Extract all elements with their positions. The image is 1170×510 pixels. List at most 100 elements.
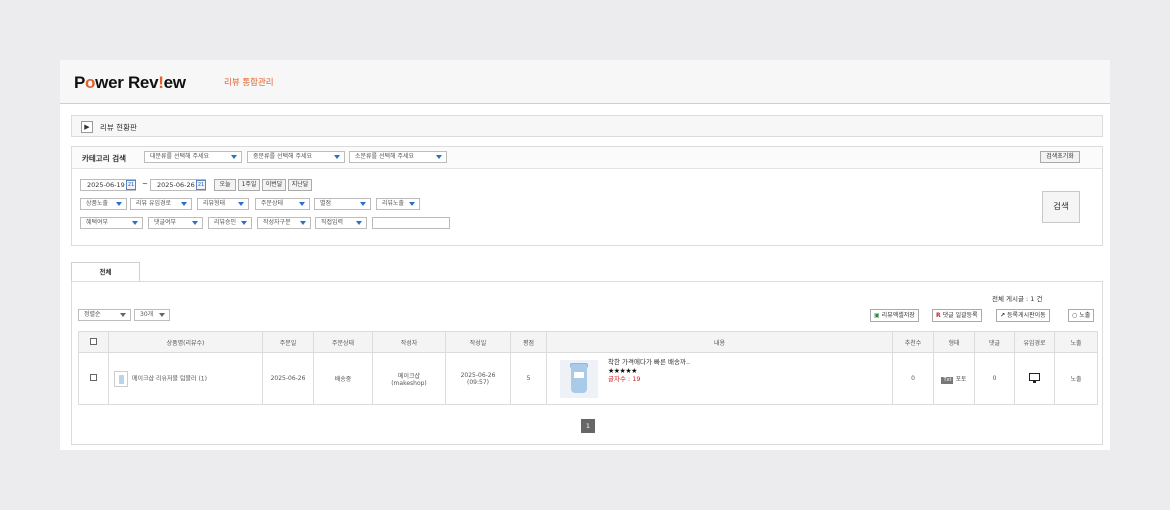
writer-type-select[interactable]: 작성자구분 [257,217,311,229]
order-date: 2025-06-26 [262,352,314,405]
table-row[interactable]: 메이크샵 리유저블 텀블러 (1) 2025-06-26 배송중 메이크샵 (ma… [78,352,1098,405]
review-source-select[interactable]: 리뷰 유입경로 [130,198,192,210]
chevron-down-icon [241,221,247,225]
select-all-checkbox[interactable] [90,337,97,345]
recommend-count: 0 [892,352,934,405]
column-header: 노출 [1054,331,1098,353]
type-label: 포토 [955,375,967,383]
tab-all[interactable]: 전체 [71,262,140,282]
search-reset-button[interactable]: 검색초기화 [1040,151,1080,163]
column-header: 주문상태 [313,331,373,353]
comment-select[interactable]: 댓글여부 [148,217,203,229]
select-all-cell[interactable] [78,331,109,353]
column-header: 형태 [933,331,975,353]
chevron-down-icon [360,202,366,206]
product-thumbnail [114,370,128,387]
excel-export-button[interactable]: ▣ 리뷰엑셀저장 [870,309,919,322]
review-exposure-select[interactable]: 리뷰노출 [376,198,420,210]
chevron-down-icon [334,155,340,159]
screen-background: Power Rev!ew 리뷰 통합관리 ▶ 리뷰 현황판 카테고리 검색 대분… [0,0,1170,510]
total-count: 전체 게시글 : 1 건 [992,295,1043,303]
order-status: 배송중 [313,352,373,405]
benefit-select[interactable]: 혜택여부 [80,217,143,229]
review-photo[interactable] [560,360,598,398]
range-today-button[interactable]: 오늘 [214,179,236,191]
writer-id: (makeshop) [391,379,427,387]
write-date-cell: 2025-06-26 (09:57) [445,352,511,405]
product-exposure-select[interactable]: 상품노출 [80,198,127,210]
source-cell [1014,352,1055,405]
product-name[interactable]: 메이크샵 리유저블 텀블러 (1) [132,375,207,382]
rating-select[interactable]: 별점 [314,198,371,210]
pagination-page-1[interactable]: 1 [581,419,595,433]
row-select-cell[interactable] [78,352,109,405]
chevron-down-icon [299,202,305,206]
bulk-reply-button[interactable]: R 댓글 일괄등록 [932,309,982,322]
range-week-button[interactable]: 1주일 [238,179,260,191]
review-text[interactable]: 착한 가격에다가 빠른 배송까.. [608,358,690,367]
chevron-down-icon [120,313,126,317]
category-search-row: 카테고리 검색 대분류를 선택해 주세요 중분류를 선택해 주세요 소분류를 선… [72,147,1102,169]
calendar-icon[interactable]: 21 [196,180,206,190]
circle-icon: ○ [1072,312,1078,319]
direct-input-select[interactable]: 직접입력 [315,217,367,229]
content-cell[interactable]: 착한 가격에다가 빠른 배송까.. ★★★★★ 글자수 : 19 [546,352,893,405]
range-last-month-button[interactable]: 지난달 [288,179,312,191]
rating: 5 [510,352,547,405]
page-size-select[interactable]: 30개 [134,309,170,321]
excel-icon: ▣ [874,312,880,319]
medium-category-select[interactable]: 중분류를 선택해 주세요 [247,151,345,163]
large-category-select[interactable]: 대분류를 선택해 주세요 [144,151,242,163]
power-review-logo: Power Rev!ew [74,73,186,92]
calendar-icon[interactable]: 21 [126,180,136,190]
search-button[interactable]: 검색 [1042,191,1080,223]
type-cell: Txt 포토 [933,352,975,405]
writer-name: 메이크샵 [397,372,421,380]
sort-select[interactable]: 정렬순 [78,309,131,321]
move-board-button[interactable]: ↗ 등록게시판이동 [996,309,1050,322]
chevron-down-icon [231,155,237,159]
review-content[interactable]: 착한 가격에다가 빠른 배송까.. ★★★★★ 글자수 : 19 [608,358,690,384]
page-subtitle: 리뷰 통합관리 [224,78,274,88]
review-table: 상품명(리뷰수) 주문일 주문상태 작성자 작성일 평점 내용 추천수 형태 댓… [78,331,1098,405]
chevron-down-icon [238,202,244,206]
order-status-select[interactable]: 주문상태 [255,198,310,210]
review-type-select[interactable]: 리뷰형태 [197,198,249,210]
small-category-select[interactable]: 소분류를 선택해 주세요 [349,151,447,163]
monitor-icon [1029,372,1040,383]
review-status-panel[interactable]: ▶ 리뷰 현황판 [71,115,1103,137]
range-this-month-button[interactable]: 이번달 [262,179,286,191]
play-icon[interactable]: ▶ [81,121,93,133]
chevron-down-icon [436,155,442,159]
char-count: 글자수 : 19 [608,375,641,383]
star-rating-icon: ★★★★★ [608,366,637,375]
table-header-row: 상품명(리뷰수) 주문일 주문상태 작성자 작성일 평점 내용 추천수 형태 댓… [78,331,1098,353]
review-admin-panel: Power Rev!ew 리뷰 통합관리 ▶ 리뷰 현황판 카테고리 검색 대분… [60,60,1110,450]
column-header: 주문일 [262,331,314,353]
column-header: 추천수 [892,331,934,353]
review-approval-select[interactable]: 리뷰승인 [208,217,252,229]
date-range-separator: ~ [142,180,148,188]
column-header: 상품명(리뷰수) [108,331,263,353]
row-checkbox[interactable] [90,374,97,381]
product-cell[interactable]: 메이크샵 리유저블 텀블러 (1) [108,352,263,405]
chevron-down-icon [132,221,138,225]
keyword-input[interactable] [372,217,450,229]
reply-icon: R [936,312,941,319]
column-header: 댓글 [974,331,1015,353]
expose-button[interactable]: ○ 노출 [1068,309,1095,322]
category-search-title: 카테고리 검색 [82,154,127,163]
text-badge: Txt [941,376,954,384]
search-panel: 카테고리 검색 대분류를 선택해 주세요 중분류를 선택해 주세요 소분류를 선… [71,146,1103,246]
column-header: 평점 [510,331,547,353]
chevron-down-icon [300,221,306,225]
write-time: (09:57) [467,378,489,386]
status-panel-label: 리뷰 현황판 [100,123,137,132]
writer-cell: 메이크샵 (makeshop) [372,352,446,405]
chevron-down-icon [181,202,187,206]
column-header: 작성일 [445,331,511,353]
arrow-up-right-icon: ↗ [1000,312,1006,319]
chevron-down-icon [116,202,122,206]
chevron-down-icon [159,313,165,317]
expose-status[interactable]: 노출 [1054,352,1098,405]
